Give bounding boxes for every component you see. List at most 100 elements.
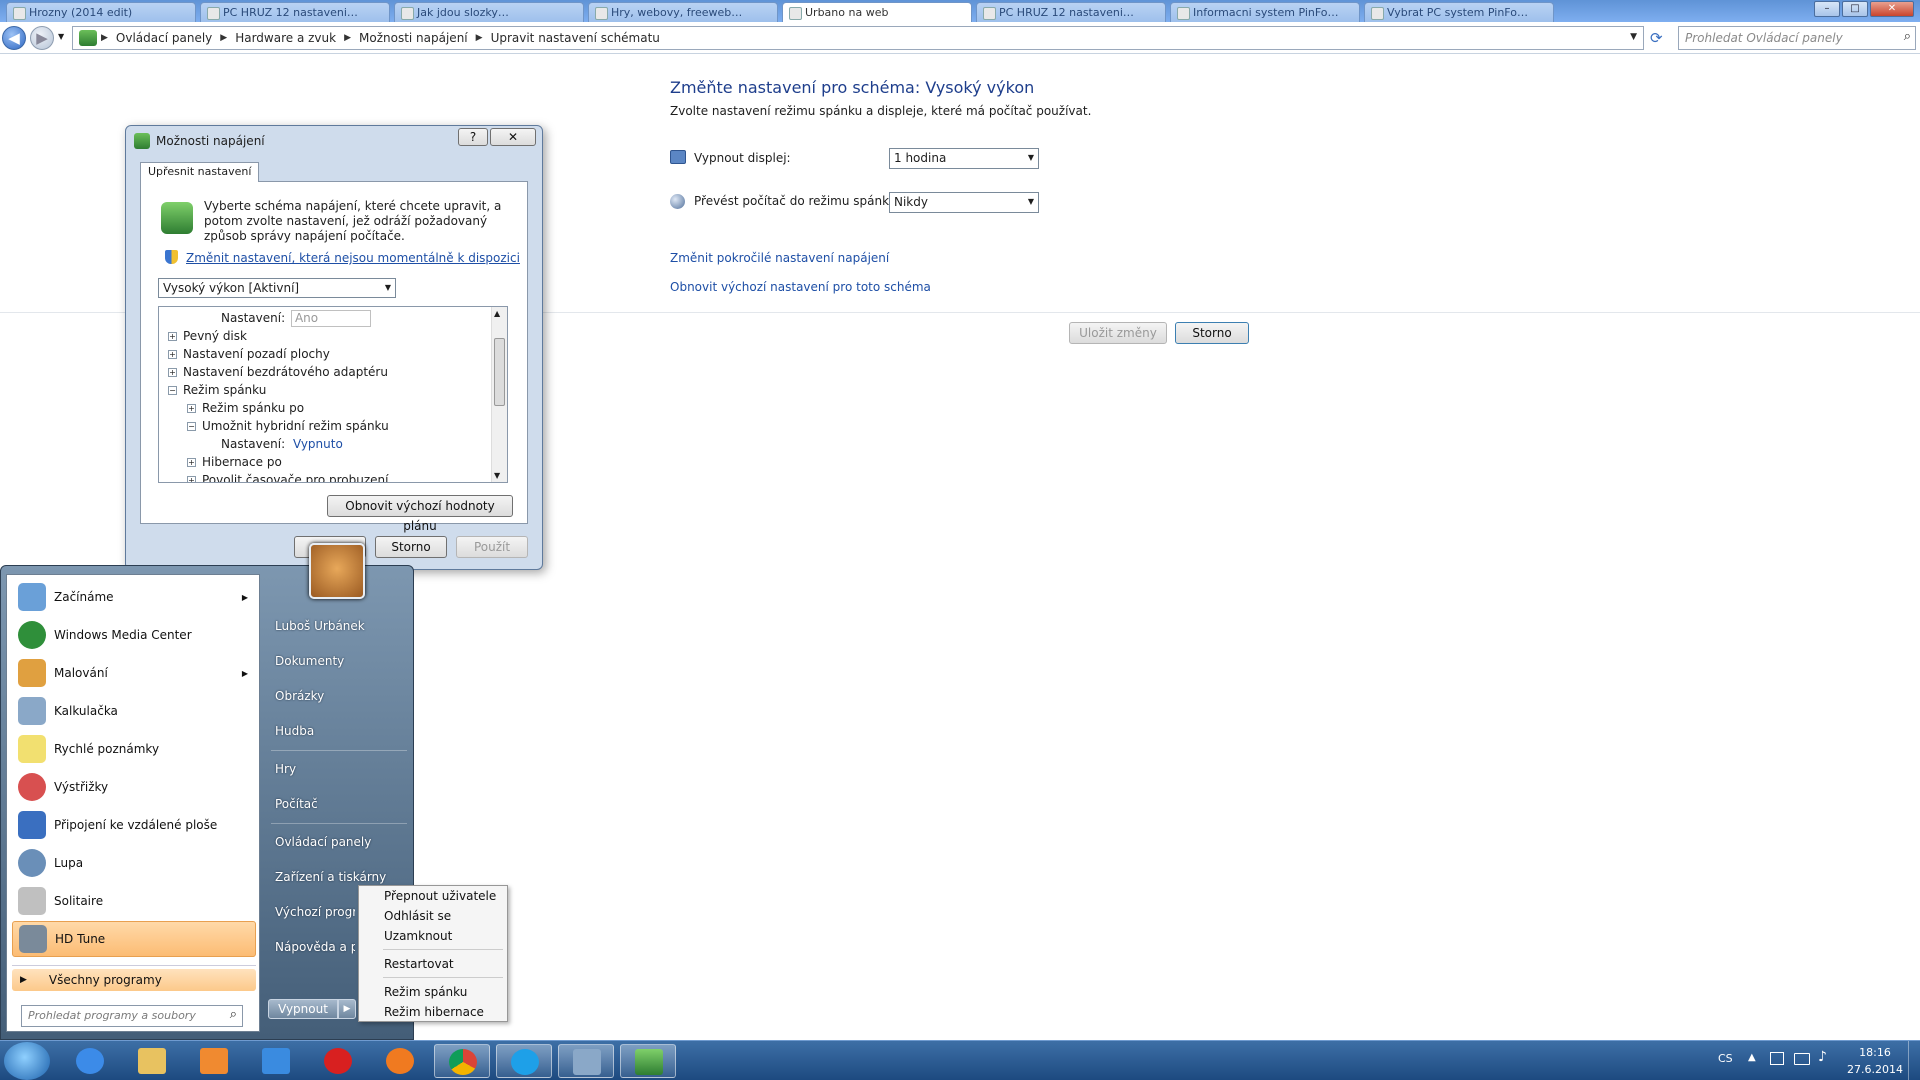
dialog-close-button[interactable]: ✕ <box>490 128 536 146</box>
expand-icon[interactable]: + <box>168 332 177 341</box>
taskbar-control-panel[interactable] <box>558 1044 614 1078</box>
search-input[interactable]: Prohledat Ovládací panely ⌕ <box>1678 26 1916 50</box>
tree-item-wireless[interactable]: Nastavení bezdrátového adaptéru <box>183 365 388 379</box>
restore-defaults-link[interactable]: Obnovit výchozí nastavení pro toto schém… <box>670 280 931 294</box>
browser-tab[interactable]: Informacni system PinFo… <box>1170 2 1360 22</box>
taskbar-opera[interactable] <box>310 1044 366 1078</box>
address-dropdown-icon[interactable]: ▼ <box>1630 32 1637 42</box>
program-solitaire[interactable]: Solitaire <box>12 883 256 919</box>
program-magnifier[interactable]: Lupa <box>12 845 256 881</box>
start-right-games[interactable]: Hry <box>275 762 296 776</box>
search-icon[interactable]: ⌕ <box>1904 29 1911 44</box>
program-paint[interactable]: Malování ▶ <box>12 655 256 691</box>
taskbar-power-options[interactable] <box>620 1044 676 1078</box>
start-right-devices-printers[interactable]: Zařízení a tiskárny <box>275 870 386 884</box>
network-icon[interactable] <box>1794 1053 1810 1065</box>
change-unavailable-settings-link[interactable]: Změnit nastavení, která nejsou momentáln… <box>186 251 520 265</box>
user-avatar[interactable] <box>309 543 365 599</box>
taskbar-internet-explorer[interactable] <box>62 1044 118 1078</box>
cancel-button[interactable]: Storno <box>1175 322 1249 344</box>
menu-hibernate[interactable]: Režim hibernace <box>384 1005 484 1019</box>
start-right-music[interactable]: Hudba <box>275 724 314 738</box>
scroll-down-icon[interactable]: ▼ <box>494 471 500 480</box>
save-changes-button[interactable]: Uložit změny <box>1069 322 1167 344</box>
program-sticky-notes[interactable]: Rychlé poznámky <box>12 731 256 767</box>
action-center-flag-icon[interactable] <box>1770 1052 1784 1065</box>
search-icon[interactable]: ⌕ <box>230 1007 237 1022</box>
menu-lock[interactable]: Uzamknout <box>384 929 452 943</box>
tree-item-desktop[interactable]: Nastavení pozadí plochy <box>183 347 330 361</box>
all-programs-button[interactable]: ▶ Všechny programy <box>12 969 256 991</box>
language-indicator[interactable]: CS <box>1718 1052 1733 1065</box>
tree-item-sleep-after[interactable]: Režim spánku po <box>202 401 304 415</box>
help-button[interactable]: ? <box>458 128 488 146</box>
scroll-thumb[interactable] <box>494 338 505 406</box>
hybrid-sleep-value-link[interactable]: Vypnuto <box>293 437 343 451</box>
browser-tab[interactable]: Jak jdou slozky… <box>394 2 584 22</box>
apply-button[interactable]: Použít <box>456 536 528 558</box>
breadcrumb-edit-plan[interactable]: Upravit nastavení schématu <box>491 31 660 45</box>
menu-log-off[interactable]: Odhlásit se <box>384 909 451 923</box>
display-timeout-select[interactable]: 1 hodina <box>889 148 1039 169</box>
history-dropdown-icon[interactable]: ▼ <box>58 32 64 41</box>
expand-icon[interactable]: + <box>187 476 196 482</box>
start-right-help[interactable]: Nápověda a podpora <box>275 940 355 954</box>
sleep-timeout-select[interactable]: Nikdy <box>889 192 1039 213</box>
collapse-icon[interactable]: − <box>187 422 196 431</box>
address-bar[interactable]: ▶ Ovládací panely ▶ Hardware a zvuk ▶ Mo… <box>72 26 1644 50</box>
start-right-default-programs[interactable]: Výchozí programy <box>275 905 355 919</box>
settings-tree[interactable]: Nastavení: Ano + Pevný disk + Nastavení po… <box>158 306 508 483</box>
expand-icon[interactable]: + <box>168 350 177 359</box>
program-getting-started[interactable]: Začínáme ▶ <box>12 579 256 615</box>
shutdown-options-arrow-icon[interactable]: ▶ <box>338 999 356 1019</box>
show-desktop-button[interactable] <box>1908 1041 1920 1080</box>
start-right-documents[interactable]: Dokumenty <box>275 654 344 668</box>
tree-item-wake-timers[interactable]: Povolit časovače pro probuzení <box>202 473 389 482</box>
start-right-user[interactable]: Luboš Urbánek <box>275 619 365 633</box>
shutdown-button[interactable]: Vypnout <box>268 999 338 1019</box>
taskbar-firefox[interactable] <box>372 1044 428 1078</box>
tree-item-sleep[interactable]: Režim spánku <box>183 383 266 397</box>
scroll-up-icon[interactable]: ▲ <box>494 309 500 318</box>
breadcrumb-hardware-sound[interactable]: Hardware a zvuk <box>235 31 336 45</box>
volume-icon[interactable]: ♪ <box>1818 1049 1827 1065</box>
expand-icon[interactable]: + <box>168 368 177 377</box>
tree-item-hybrid-sleep[interactable]: Umožnit hybridní režim spánku <box>202 419 389 433</box>
start-search-input[interactable]: Prohledat programy a soubory ⌕ <box>21 1005 243 1027</box>
taskbar-app-a[interactable] <box>248 1044 304 1078</box>
browser-tab[interactable]: Vybrat PC system PinFo… <box>1364 2 1554 22</box>
clock-date[interactable]: 27.6.2014 <box>1844 1063 1906 1076</box>
start-right-pictures[interactable]: Obrázky <box>275 689 324 703</box>
browser-tab[interactable]: Hry, webovy, freeweb… <box>588 2 778 22</box>
program-hd-tune[interactable]: HD Tune <box>12 921 256 957</box>
show-hidden-icons[interactable]: ▲ <box>1748 1052 1756 1063</box>
taskbar-skype[interactable] <box>496 1044 552 1078</box>
menu-restart[interactable]: Restartovat <box>384 957 454 971</box>
program-snipping-tool[interactable]: Výstřižky <box>12 769 256 805</box>
setting-disabled-select[interactable]: Ano <box>290 310 371 327</box>
start-right-control-panel[interactable]: Ovládací panely <box>275 835 371 849</box>
program-remote-desktop[interactable]: Připojení ke vzdálené ploše <box>12 807 256 843</box>
browser-tab[interactable]: Hrozny (2014 edit) <box>6 2 196 22</box>
menu-sleep[interactable]: Režim spánku <box>384 985 467 999</box>
browser-tab-active[interactable]: Urbano na web <box>782 2 972 22</box>
program-calculator[interactable]: Kalkulačka <box>12 693 256 729</box>
expand-icon[interactable]: + <box>187 458 196 467</box>
browser-tab[interactable]: PC HRUZ 12 nastaveni… <box>976 2 1166 22</box>
taskbar-chrome[interactable] <box>434 1044 490 1078</box>
advanced-settings-link[interactable]: Změnit pokročilé nastavení napájení <box>670 251 889 265</box>
back-button[interactable]: ◀ <box>2 26 26 50</box>
scheme-select[interactable]: Vysoký výkon [Aktivní] <box>158 278 396 298</box>
start-orb-icon[interactable] <box>4 1042 50 1080</box>
breadcrumb-power-options[interactable]: Možnosti napájení <box>359 31 468 45</box>
close-window-button[interactable]: ✕ <box>1870 1 1914 17</box>
tree-item-disk[interactable]: Pevný disk <box>183 329 247 343</box>
expand-icon[interactable]: + <box>187 404 196 413</box>
menu-switch-user[interactable]: Přepnout uživatele <box>384 889 496 903</box>
refresh-icon[interactable]: ⟳ <box>1650 29 1663 47</box>
collapse-icon[interactable]: − <box>168 386 177 395</box>
clock-time[interactable]: 18:16 <box>1850 1046 1900 1059</box>
taskbar-media-player[interactable] <box>186 1044 242 1078</box>
restore-plan-defaults-button[interactable]: Obnovit výchozí hodnoty plánu <box>327 495 513 533</box>
browser-tab[interactable]: PC HRUZ 12 nastaveni… <box>200 2 390 22</box>
